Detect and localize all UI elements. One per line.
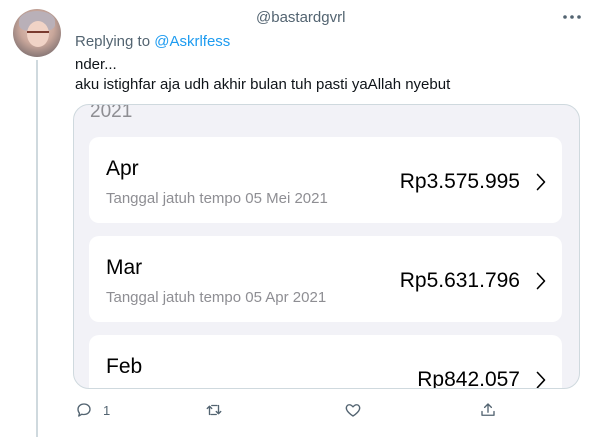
bill-month: Feb	[106, 355, 143, 378]
bill-amount: Rp842.057	[417, 368, 520, 389]
username[interactable]: @bastardgvrl	[256, 9, 345, 26]
chevron-right-icon	[536, 173, 546, 191]
avatar[interactable]	[13, 9, 61, 57]
tweet-text: nder... aku istighfar aja udh akhir bula…	[75, 55, 450, 95]
retweet-icon	[206, 404, 222, 416]
bill-due-date: Tanggal jatuh tempo 05 Mei 2021	[106, 190, 328, 207]
replying-to-mention[interactable]: @Askrlfess	[154, 33, 230, 50]
avatar-glasses	[27, 31, 49, 38]
bill-due-date: Tanggal jatuh tempo 05 Apr 2021	[106, 289, 327, 306]
replying-to: Replying to @Askrlfess	[75, 33, 230, 50]
bill-amount: Rp3.575.995	[399, 170, 520, 193]
tweet-text-line-1: nder...	[75, 56, 117, 73]
replying-to-label: Replying to	[75, 33, 155, 50]
retweet-button[interactable]	[205, 398, 223, 422]
tweet-image[interactable]: 2021 Apr Tanggal jatuh tempo 05 Mei 2021…	[73, 104, 580, 389]
reply-count: 1	[103, 402, 111, 418]
reply-button[interactable]: 1	[75, 398, 110, 422]
reply-icon	[77, 403, 91, 417]
thread-line	[36, 60, 38, 437]
like-icon	[345, 404, 361, 417]
share-button[interactable]	[479, 398, 497, 422]
chevron-right-icon	[536, 371, 546, 388]
bill-month: Apr	[106, 157, 139, 180]
share-icon	[481, 403, 495, 416]
tweet-actions: 1	[0, 398, 590, 422]
bill-card-feb[interactable]: Feb Rp842.057	[89, 335, 562, 389]
chevron-right-icon	[536, 272, 546, 290]
like-button[interactable]	[344, 398, 362, 422]
year-label: 2021	[90, 104, 133, 122]
tweet-text-line-2: aku istighfar aja udh akhir bulan tuh pa…	[75, 76, 451, 93]
bill-card-mar[interactable]: Mar Tanggal jatuh tempo 05 Apr 2021 Rp5.…	[89, 236, 562, 322]
more-icon[interactable]	[562, 12, 582, 22]
bill-amount: Rp5.631.796	[399, 269, 520, 292]
bill-month: Mar	[106, 256, 143, 279]
bill-card-apr[interactable]: Apr Tanggal jatuh tempo 05 Mei 2021 Rp3.…	[89, 137, 562, 223]
